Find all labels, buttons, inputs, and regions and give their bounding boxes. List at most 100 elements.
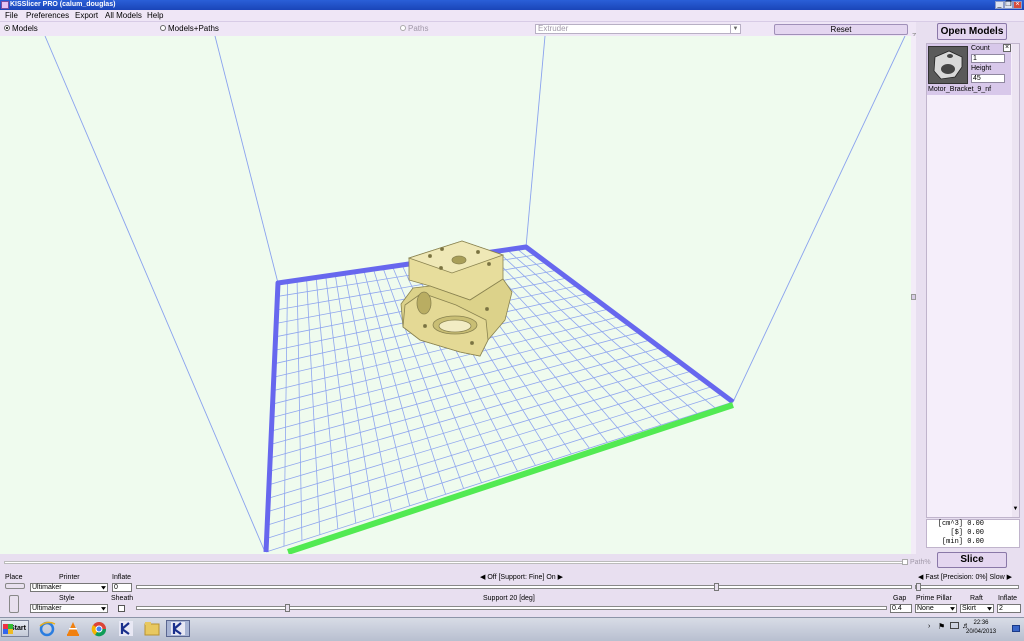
cost-label: [$]	[950, 529, 963, 537]
inflate-label: Inflate	[112, 574, 132, 581]
precision-toggle-label[interactable]: ◀ Fast [Precision: 0%] Slow ▶	[918, 573, 1012, 582]
extruder-select[interactable]: Extruder ▼	[535, 24, 741, 34]
grid-line	[516, 248, 716, 409]
count-label: Count	[971, 45, 990, 52]
raft-select[interactable]: Skirt	[960, 604, 994, 613]
raft-label: Raft	[970, 595, 983, 602]
menu-preferences[interactable]: Preferences	[26, 10, 69, 21]
extruder-select-value: Extruder	[538, 24, 569, 33]
viewport-scrollbar[interactable]	[911, 36, 916, 554]
raft-select-value: Skirt	[962, 605, 976, 612]
menu-export[interactable]: Export	[75, 10, 98, 21]
clock[interactable]: 22:36 20/04/2013	[966, 619, 996, 637]
grid-line	[325, 276, 357, 524]
print-stats: [cm^3] 0.00 [$] 0.00 [min] 0.00	[926, 519, 1020, 548]
time-label: [min]	[941, 538, 963, 546]
reset-button[interactable]: Reset	[774, 24, 908, 35]
gap-label: Gap	[893, 595, 907, 602]
open-models-button[interactable]: Open Models	[937, 23, 1007, 40]
window-title: KISSlicer PRO (calum_douglas)	[10, 1, 116, 8]
gap-input[interactable]: 0.4	[890, 604, 912, 613]
precision-slider-thumb[interactable]	[916, 583, 921, 591]
scroll-down-icon[interactable]: ▼	[1012, 506, 1019, 516]
menu-bar: File Preferences Export All Models Help	[0, 10, 1024, 22]
prime-pillar-select[interactable]: None	[915, 604, 957, 613]
bed-front-edge	[287, 402, 734, 554]
3d-viewport[interactable]	[0, 36, 911, 554]
grid-line	[306, 278, 321, 535]
folder-icon[interactable]	[142, 620, 162, 637]
model-name: Motor_Bracket_9_nf	[928, 86, 992, 93]
support-slider-thumb[interactable]	[714, 583, 720, 591]
prime-pillar-label: Prime Pillar	[916, 595, 952, 602]
model-thumbnail[interactable]	[928, 46, 968, 84]
printer-select[interactable]: Ultimaker	[30, 583, 108, 592]
precision-slider[interactable]	[915, 585, 1019, 589]
models-list-panel	[926, 43, 1020, 518]
sheath-checkbox[interactable]	[118, 605, 125, 612]
flag-icon[interactable]: ⚑	[938, 622, 945, 631]
kisslicer-active-icon[interactable]	[166, 620, 190, 637]
paths-radio[interactable]	[400, 25, 406, 31]
path-label: Path%	[910, 559, 931, 566]
support-toggle-text: Off [Support: Fine] On	[487, 574, 556, 581]
build-volume-edge	[525, 36, 546, 248]
path-checkbox[interactable]	[902, 559, 908, 565]
place-button[interactable]	[5, 583, 25, 589]
inflate-input[interactable]: 0	[112, 583, 132, 592]
chevron-down-icon[interactable]: ▼	[730, 25, 740, 33]
chevron-down-icon	[950, 607, 955, 611]
raft-inflate-label: Inflate	[998, 595, 1018, 602]
support-toggle-label[interactable]: ◀ Off [Support: Fine] On ▶	[480, 573, 563, 582]
close-button[interactable]: ×	[1013, 1, 1022, 9]
path-slider[interactable]	[4, 561, 906, 564]
vlc-icon[interactable]	[63, 620, 83, 637]
models-paths-radio-label[interactable]: Models+Paths	[168, 23, 219, 35]
app-icon	[1, 1, 9, 9]
close-icon[interactable]: ×	[1003, 44, 1011, 52]
minimize-button[interactable]: _	[995, 1, 1004, 9]
models-radio-label[interactable]: Models	[12, 23, 38, 35]
support-slider[interactable]	[136, 585, 912, 589]
support-angle-slider-thumb[interactable]	[285, 604, 291, 612]
support-angle-slider[interactable]	[136, 606, 887, 610]
menu-file[interactable]: File	[5, 10, 18, 21]
printer-label: Printer	[59, 574, 80, 581]
chrome-icon[interactable]	[89, 620, 109, 637]
raft-inflate-input[interactable]: 2	[997, 604, 1021, 613]
precision-toggle-text: Fast [Precision: 0%] Slow	[925, 574, 1005, 581]
maximize-button[interactable]: ❐	[1004, 1, 1013, 9]
grid-line	[344, 273, 393, 512]
title-bar[interactable]: KISSlicer PRO (calum_douglas) _ ❐ ×	[0, 0, 1024, 10]
style-select[interactable]: Ultimaker	[30, 604, 108, 613]
height-input[interactable]: 45	[971, 74, 1005, 83]
time-value: 0.00	[967, 538, 985, 546]
motor-bracket-model	[400, 240, 513, 357]
grid-line	[334, 274, 375, 518]
scroll-thumb[interactable]	[911, 294, 916, 300]
style-label: Style	[59, 595, 75, 602]
chevron-down-icon	[987, 607, 992, 611]
place-stepper[interactable]	[9, 595, 19, 613]
network-icon[interactable]	[950, 622, 959, 629]
show-desktop-icon[interactable]	[1012, 625, 1020, 632]
tray-arrow-icon[interactable]: ›	[928, 623, 930, 630]
chevron-down-icon	[101, 607, 106, 611]
paths-radio-label[interactable]: Paths	[408, 23, 428, 35]
models-list-scrollbar[interactable]: ▼	[1012, 44, 1019, 517]
build-volume-edge	[44, 36, 266, 553]
kisslicer-icon[interactable]	[116, 620, 136, 637]
sheath-label: Sheath	[111, 595, 134, 602]
grid-line	[315, 277, 339, 529]
volume-value: 0.00	[967, 520, 985, 528]
ie-icon[interactable]	[37, 620, 57, 637]
count-input[interactable]: 1	[971, 54, 1005, 63]
print-bed-scene	[44, 36, 906, 554]
models-radio[interactable]	[4, 25, 10, 31]
models-paths-radio[interactable]	[160, 25, 166, 31]
grid-line	[506, 249, 698, 414]
slice-button[interactable]: Slice	[937, 552, 1007, 568]
menu-help[interactable]: Help	[147, 10, 163, 21]
style-select-value: Ultimaker	[32, 605, 62, 612]
menu-all-models[interactable]: All Models	[105, 10, 142, 21]
